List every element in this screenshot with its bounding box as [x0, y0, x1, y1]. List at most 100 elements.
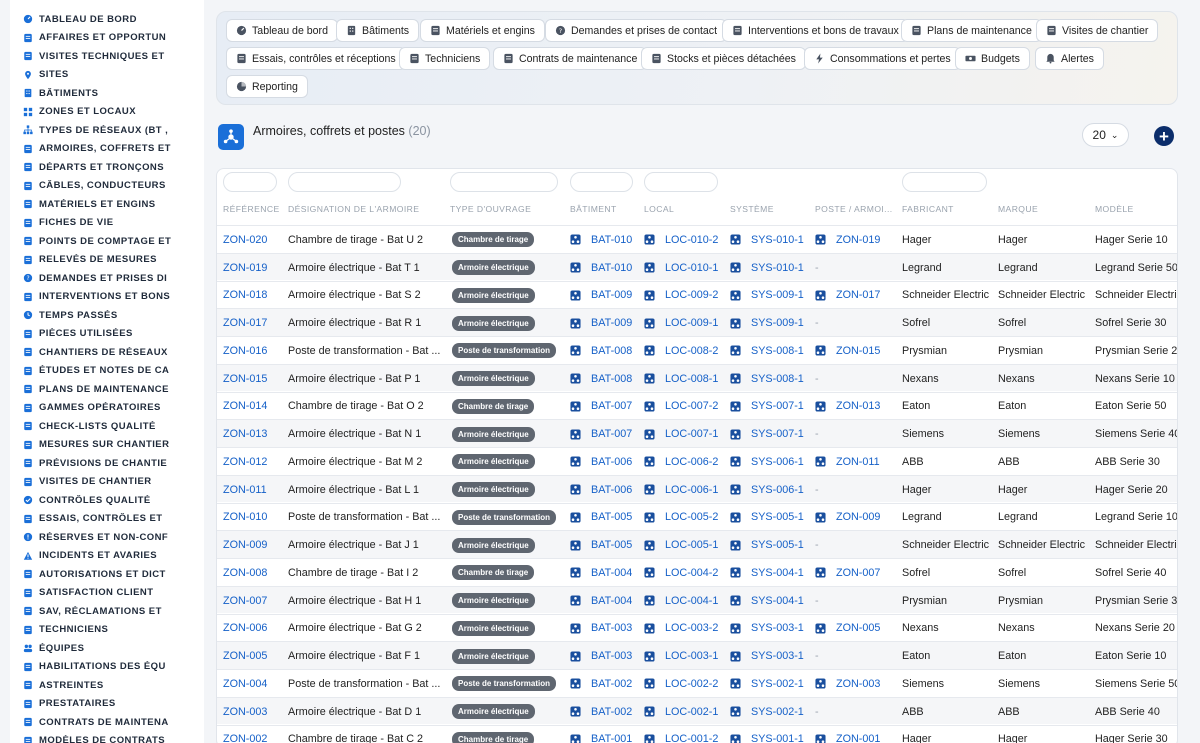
reference-link[interactable]: ZON-020: [223, 226, 285, 254]
batiment-link-text[interactable]: BAT-007: [591, 428, 632, 440]
batiment-link[interactable]: BAT-009: [570, 282, 642, 310]
local-link-text[interactable]: LOC-005-2: [665, 511, 718, 523]
reference-link-text[interactable]: ZON-010: [223, 511, 267, 523]
reference-link-text[interactable]: ZON-012: [223, 456, 267, 468]
reference-link-text[interactable]: ZON-014: [223, 400, 267, 412]
systeme-link-text[interactable]: SYS-004-1: [751, 567, 804, 579]
local-link-text[interactable]: LOC-002-1: [665, 706, 718, 718]
local-link[interactable]: LOC-009-2: [644, 282, 728, 310]
batiment-link[interactable]: BAT-002: [570, 670, 642, 698]
reference-link[interactable]: ZON-010: [223, 504, 285, 532]
nav-button[interactable]: Consommations et pertes: [804, 47, 961, 70]
local-link[interactable]: LOC-005-1: [644, 531, 728, 559]
poste-link[interactable]: ZON-009: [815, 504, 899, 532]
local-link-text[interactable]: LOC-007-1: [665, 428, 718, 440]
local-link[interactable]: LOC-003-2: [644, 615, 728, 643]
batiment-link-text[interactable]: BAT-010: [591, 262, 632, 274]
sidebar-item[interactable]: SITES: [10, 66, 204, 85]
column-header[interactable]: MARQUE: [998, 204, 1091, 214]
systeme-link[interactable]: SYS-003-1: [730, 642, 814, 670]
sidebar-item[interactable]: CONTRÔLES QUALITÉ: [10, 491, 204, 510]
batiment-link[interactable]: BAT-006: [570, 448, 642, 476]
local-link[interactable]: LOC-004-2: [644, 559, 728, 587]
reference-link-text[interactable]: ZON-009: [223, 539, 267, 551]
reference-link[interactable]: ZON-015: [223, 365, 285, 393]
column-header[interactable]: DÉSIGNATION DE L'ARMOIRE: [288, 204, 446, 214]
systeme-link[interactable]: SYS-008-1: [730, 337, 814, 365]
systeme-link-text[interactable]: SYS-003-1: [751, 650, 804, 662]
local-link-text[interactable]: LOC-006-2: [665, 456, 718, 468]
systeme-link-text[interactable]: SYS-009-1: [751, 289, 804, 301]
nav-button[interactable]: Stocks et pièces détachées: [641, 47, 806, 70]
table-row[interactable]: ZON-020 Chambre de tirage - Bat U 2 Chambr…: [217, 225, 1177, 254]
nav-button[interactable]: Tableau de bord: [226, 19, 338, 42]
sidebar-item[interactable]: DÉPARTS ET TRONÇONS: [10, 158, 204, 177]
batiment-link-text[interactable]: BAT-006: [591, 456, 632, 468]
table-row[interactable]: ZON-015 Armoire électrique - Bat P 1 Armoi…: [217, 363, 1177, 393]
sidebar-item[interactable]: MATÉRIELS ET ENGINS: [10, 195, 204, 214]
systeme-link[interactable]: SYS-009-1: [730, 309, 814, 337]
poste-link-text[interactable]: ZON-011: [836, 456, 880, 468]
sidebar-item[interactable]: VISITES DE CHANTIER: [10, 473, 204, 492]
batiment-link[interactable]: BAT-002: [570, 698, 642, 726]
sidebar-item[interactable]: INCIDENTS ET AVARIES: [10, 547, 204, 566]
batiment-link[interactable]: BAT-006: [570, 476, 642, 504]
batiment-link-text[interactable]: BAT-003: [591, 650, 632, 662]
systeme-link[interactable]: SYS-002-1: [730, 698, 814, 726]
column-header[interactable]: POSTE / ARMOI...: [815, 204, 898, 214]
reference-link-text[interactable]: ZON-003: [223, 706, 267, 718]
sidebar-item[interactable]: CONTRATS DE MAINTENA: [10, 713, 204, 732]
column-filter-input[interactable]: [288, 172, 401, 192]
table-row[interactable]: ZON-004 Poste de transformation - Bat ...…: [217, 669, 1177, 698]
local-link[interactable]: LOC-008-1: [644, 365, 728, 393]
local-link-text[interactable]: LOC-008-1: [665, 373, 718, 385]
batiment-link-text[interactable]: BAT-002: [591, 678, 632, 690]
systeme-link[interactable]: SYS-010-1: [730, 226, 814, 254]
local-link-text[interactable]: LOC-010-2: [665, 234, 718, 246]
reference-link[interactable]: ZON-016: [223, 337, 285, 365]
batiment-link[interactable]: BAT-008: [570, 365, 642, 393]
batiment-link[interactable]: BAT-005: [570, 504, 642, 532]
local-link-text[interactable]: LOC-009-2: [665, 289, 718, 301]
poste-link[interactable]: ZON-015: [815, 337, 899, 365]
systeme-link-text[interactable]: SYS-002-1: [751, 678, 804, 690]
reference-link[interactable]: ZON-009: [223, 531, 285, 559]
sidebar-item[interactable]: VISITES TECHNIQUES ET: [10, 47, 204, 66]
batiment-link-text[interactable]: BAT-008: [591, 373, 632, 385]
local-link-text[interactable]: LOC-007-2: [665, 400, 718, 412]
local-link-text[interactable]: LOC-009-1: [665, 317, 718, 329]
table-row[interactable]: ZON-009 Armoire électrique - Bat J 1 Armoi…: [217, 530, 1177, 559]
poste-link[interactable]: ZON-007: [815, 559, 899, 587]
local-link[interactable]: LOC-008-2: [644, 337, 728, 365]
table-row[interactable]: ZON-017 Armoire électrique - Bat R 1 Armoi…: [217, 308, 1177, 337]
batiment-link-text[interactable]: BAT-008: [591, 345, 632, 357]
systeme-link[interactable]: SYS-008-1: [730, 365, 814, 393]
sidebar-item[interactable]: ÉQUIPES: [10, 639, 204, 658]
poste-link[interactable]: ZON-003: [815, 670, 899, 698]
reference-link-text[interactable]: ZON-018: [223, 289, 267, 301]
add-record-button[interactable]: +: [1154, 126, 1174, 146]
batiment-link-text[interactable]: BAT-004: [591, 595, 632, 607]
sidebar-item[interactable]: TEMPS PASSÉS: [10, 306, 204, 325]
column-header[interactable]: LOCAL: [644, 204, 726, 214]
nav-button[interactable]: Matériels et engins: [420, 19, 545, 42]
sidebar-item[interactable]: AUTORISATIONS ET DICT: [10, 565, 204, 584]
systeme-link[interactable]: SYS-007-1: [730, 393, 814, 421]
nav-button[interactable]: Plans de maintenance: [901, 19, 1042, 42]
local-link[interactable]: LOC-005-2: [644, 504, 728, 532]
table-row[interactable]: ZON-014 Chambre de tirage - Bat O 2 Chambr…: [217, 391, 1177, 421]
systeme-link-text[interactable]: SYS-002-1: [751, 706, 804, 718]
sidebar-item[interactable]: PRÉVISIONS DE CHANTIE: [10, 454, 204, 473]
local-link[interactable]: LOC-001-2: [644, 726, 728, 743]
local-link[interactable]: LOC-009-1: [644, 309, 728, 337]
table-row[interactable]: ZON-003 Armoire électrique - Bat D 1 Armoi…: [217, 696, 1177, 726]
systeme-link[interactable]: SYS-005-1: [730, 504, 814, 532]
batiment-link[interactable]: BAT-005: [570, 531, 642, 559]
poste-link-text[interactable]: ZON-007: [836, 567, 880, 579]
sidebar-item[interactable]: BÂTIMENTS: [10, 84, 204, 103]
batiment-link-text[interactable]: BAT-003: [591, 622, 632, 634]
sidebar-item[interactable]: ? DEMANDES ET PRISES DI: [10, 269, 204, 288]
systeme-link-text[interactable]: SYS-004-1: [751, 595, 804, 607]
table-row[interactable]: ZON-016 Poste de transformation - Bat ...…: [217, 336, 1177, 365]
local-link[interactable]: LOC-002-2: [644, 670, 728, 698]
